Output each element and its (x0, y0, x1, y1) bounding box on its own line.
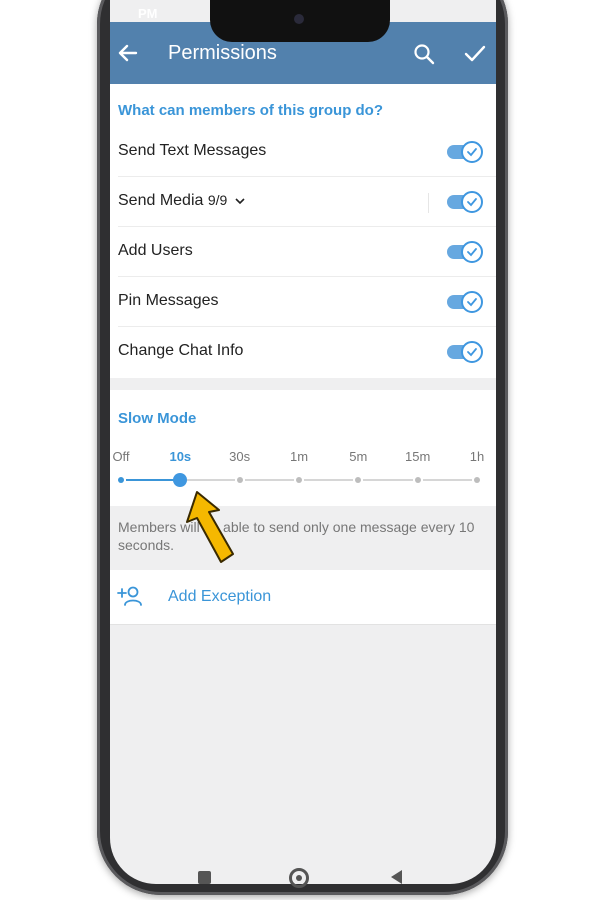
permission-row-send-text[interactable]: Send Text Messages (110, 127, 496, 177)
toggle-check-icon (461, 191, 483, 213)
permission-label: Send Media 9/9 (118, 192, 246, 210)
page-title: Permissions (168, 42, 277, 64)
permission-row-add-users[interactable]: Add Users (110, 227, 496, 277)
slider-track-segment (244, 479, 294, 481)
chevron-down-icon[interactable] (234, 196, 246, 206)
permissions-header: What can members of this group do? (118, 102, 384, 119)
phone-screen: PM Permissions What can members of this … (110, 0, 496, 884)
slider-stop-dot[interactable] (474, 477, 480, 483)
pin-messages-toggle[interactable] (447, 291, 483, 313)
add-users-toggle[interactable] (447, 241, 483, 263)
permission-row-send-media[interactable]: Send Media 9/9 (110, 177, 496, 227)
home-icon[interactable] (289, 868, 309, 888)
media-count: 9/9 (207, 192, 228, 208)
permission-row-change-info[interactable]: Change Chat Info (110, 327, 496, 377)
toggle-check-icon (461, 291, 483, 313)
slider-tick-label[interactable]: 15m (403, 449, 433, 464)
slider-track-segment (422, 479, 472, 481)
recent-apps-icon[interactable] (198, 871, 211, 884)
send-media-toggle[interactable] (447, 191, 483, 213)
slider-tick-label[interactable]: 5m (343, 449, 373, 464)
permission-label: Send Text Messages (118, 142, 267, 159)
search-icon[interactable] (412, 42, 436, 66)
arrow-left-icon[interactable] (114, 39, 142, 67)
slider-track-segment (363, 479, 413, 481)
slider-tick-label[interactable]: Off (110, 449, 136, 464)
change-info-toggle[interactable] (447, 341, 483, 363)
permission-label: Change Chat Info (118, 342, 244, 359)
slider-tick-label[interactable]: 30s (225, 449, 255, 464)
slider-tick-label[interactable]: 10s (165, 449, 195, 464)
check-icon[interactable] (462, 42, 488, 66)
back-triangle-icon[interactable] (388, 868, 404, 886)
slider-tick-label[interactable]: 1m (284, 449, 314, 464)
camera-notch (210, 0, 390, 42)
slider-stop-dot[interactable] (414, 477, 421, 483)
toggle-check-icon (461, 341, 483, 363)
slider-stop-dot[interactable] (236, 477, 243, 483)
permission-label: Add Users (118, 242, 193, 259)
slider-thumb[interactable] (173, 473, 188, 487)
add-exception-label: Add Exception (168, 588, 272, 605)
toggle-check-icon (461, 241, 483, 263)
slider-stop-dot[interactable] (118, 477, 124, 483)
send-text-toggle[interactable] (447, 141, 483, 163)
toggle-check-icon (461, 141, 483, 163)
slider-stop-dot[interactable] (296, 477, 302, 483)
permission-label: Pin Messages (118, 292, 219, 309)
slow-mode-description: Members will be able to send only one me… (118, 519, 475, 553)
slider-track-segment (126, 479, 176, 481)
slow-mode-header: Slow Mode (118, 410, 197, 427)
annotation-arrow (186, 491, 234, 563)
slider-track-segment (185, 479, 235, 481)
slider-stop-dot[interactable] (355, 477, 362, 483)
add-user-icon (117, 586, 142, 606)
permissions-section: What can members of this group do? Send … (110, 84, 496, 378)
status-time: PM (138, 6, 158, 21)
slider-track-segment (304, 479, 354, 481)
add-exception-button[interactable]: Add Exception (110, 570, 496, 625)
slider-tick-label[interactable]: 1h (462, 449, 492, 464)
permission-row-pin-messages[interactable]: Pin Messages (110, 277, 496, 327)
slow-mode-section: Slow Mode Off 10s 30s 1m 5m 15m 1h (110, 390, 496, 506)
